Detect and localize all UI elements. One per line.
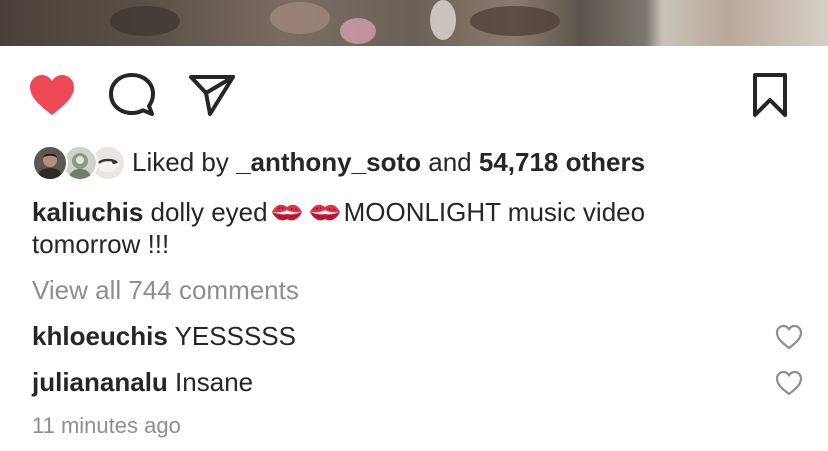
comment-username[interactable]: juliananalu [32,367,168,397]
likes-conjunction: and [428,147,472,177]
kiss-mark-icon [270,198,304,221]
media-dark-detail [470,6,560,36]
comment-item: khloeuchis YESSSSS [32,320,792,352]
share-button[interactable] [186,68,238,122]
liker-avatars[interactable] [32,144,126,181]
kiss-mark-icon [308,198,342,221]
avatar [32,145,68,181]
likes-summary: Liked by _anthony_soto and 54,718 others [132,143,645,181]
comment-like-button[interactable] [774,323,804,351]
paper-plane-icon [189,75,235,116]
heart-outline-icon [775,370,803,396]
post-media[interactable] [0,0,828,46]
post-caption: kaliuchis dolly eyed MOONLIGHT music vide… [32,196,752,260]
media-highlight [270,2,330,34]
media-light-detail [430,0,456,40]
comment-like-button[interactable] [774,369,804,397]
media-shadow [110,6,180,36]
post-action-bar [0,68,828,122]
likes-row: Liked by _anthony_soto and 54,718 others [32,143,645,181]
caption-username[interactable]: kaliuchis [32,197,143,227]
bookmark-icon [753,73,787,117]
heart-outline-icon [775,324,803,350]
comment-text: YESSSSS [174,321,296,351]
view-all-comments-link[interactable]: View all 744 comments [32,274,299,306]
post-timestamp: 11 minutes ago [32,413,181,438]
comment-item: juliananalu Insane [32,366,792,398]
comment-text: Insane [175,367,254,397]
save-button[interactable] [744,68,796,122]
liker-username[interactable]: _anthony_soto [236,147,421,177]
likes-others-count[interactable]: 54,718 others [479,147,645,177]
comment-button[interactable] [106,68,158,122]
comment-username[interactable]: khloeuchis [32,321,168,351]
likes-prefix: Liked by [132,147,229,177]
media-pink-detail [340,18,376,44]
caption-text-before: dolly eyed [150,197,268,227]
comment-bubble-icon [109,73,155,116]
like-button[interactable] [26,68,78,122]
heart-filled-icon [30,75,74,115]
